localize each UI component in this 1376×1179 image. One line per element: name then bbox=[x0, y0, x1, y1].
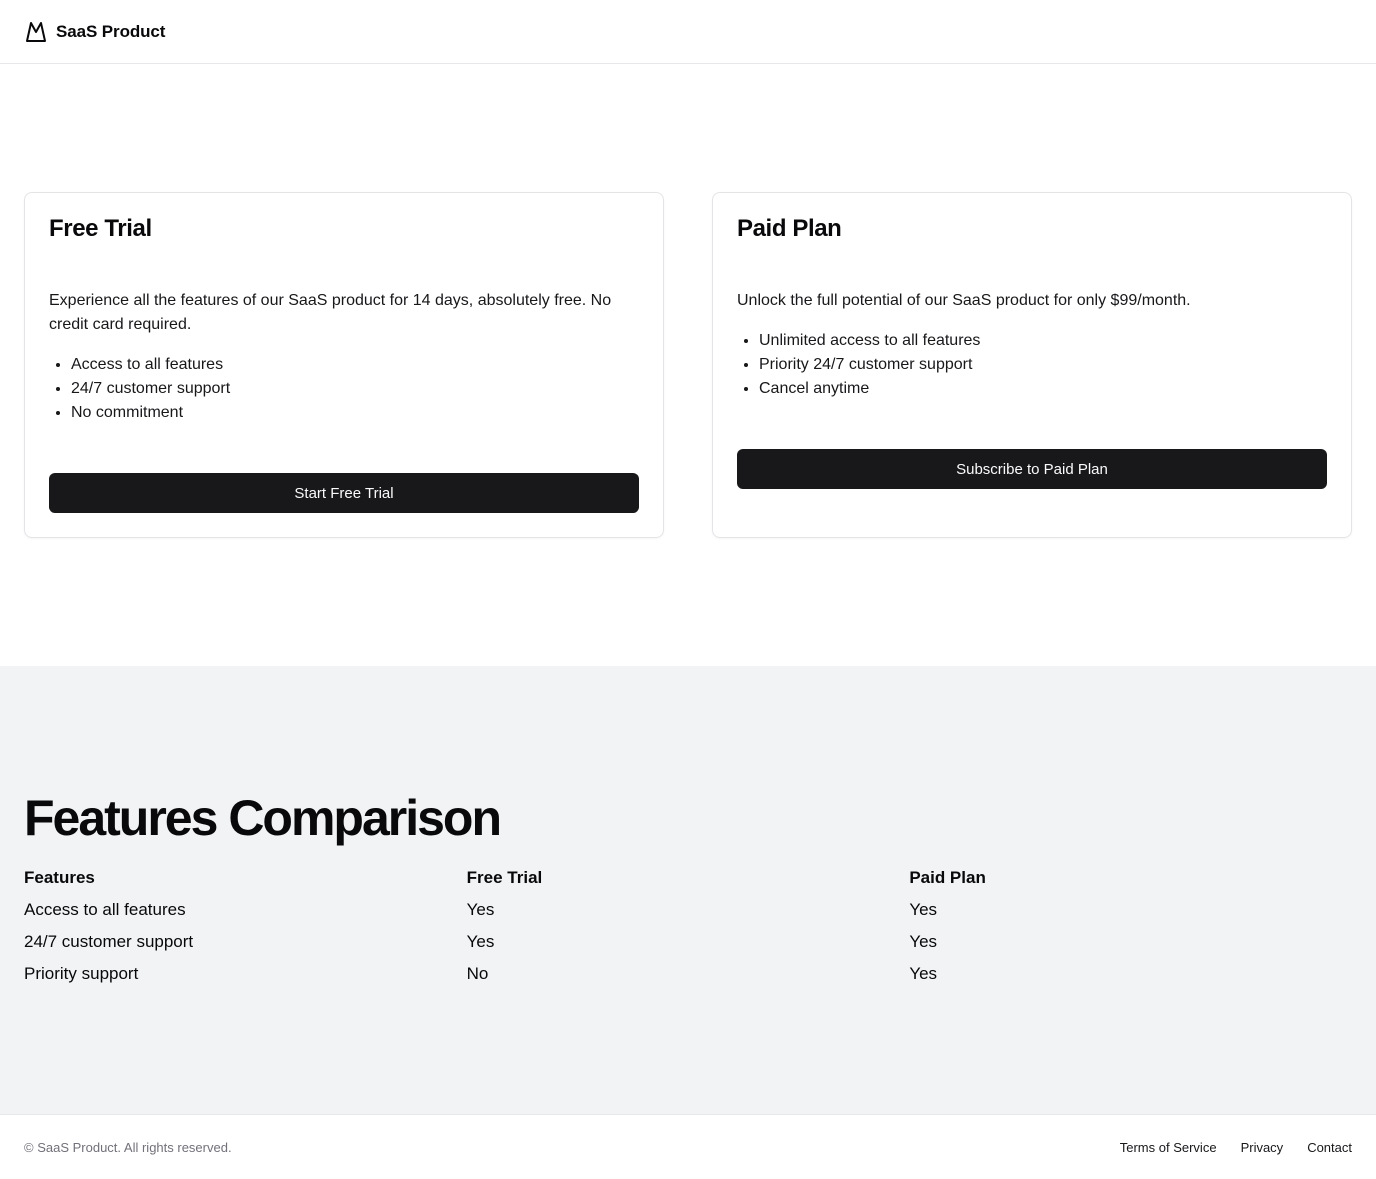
feature-item: No commitment bbox=[71, 401, 631, 425]
table-header-row: Features Free Trial Paid Plan bbox=[24, 862, 1352, 894]
features-comparison-section: Features Comparison Features Free Trial … bbox=[0, 666, 1376, 1114]
start-free-trial-button[interactable]: Start Free Trial bbox=[49, 473, 639, 513]
terms-of-service-link[interactable]: Terms of Service bbox=[1120, 1140, 1217, 1155]
table-cell: No bbox=[466, 964, 489, 983]
table-row: 24/7 customer support Yes Yes bbox=[24, 926, 1352, 958]
table-row: Priority support No Yes bbox=[24, 958, 1352, 990]
card-description: Experience all the features of our SaaS … bbox=[49, 292, 612, 333]
feature-list: Unlimited access to all features Priorit… bbox=[759, 329, 1319, 401]
feature-item: 24/7 customer support bbox=[71, 377, 631, 401]
paid-plan-card: Paid Plan Unlock the full potential of o… bbox=[712, 192, 1352, 538]
brand-logo-link[interactable]: SaaS Product bbox=[24, 20, 165, 44]
column-header: Paid Plan bbox=[909, 868, 986, 887]
table-cell: Yes bbox=[909, 900, 938, 919]
card-title: Free Trial bbox=[49, 215, 152, 242]
feature-item: Cancel anytime bbox=[759, 377, 1319, 401]
table-cell: Yes bbox=[466, 900, 495, 919]
table-cell: Yes bbox=[466, 932, 495, 951]
feature-item: Priority 24/7 customer support bbox=[759, 353, 1319, 377]
site-footer: © SaaS Product. All rights reserved. Ter… bbox=[0, 1114, 1376, 1179]
feature-list: Access to all features 24/7 customer sup… bbox=[71, 353, 631, 425]
feature-item: Access to all features bbox=[71, 353, 631, 377]
subscribe-paid-plan-button[interactable]: Subscribe to Paid Plan bbox=[737, 449, 1327, 489]
free-trial-card: Free Trial Experience all the features o… bbox=[24, 192, 664, 538]
privacy-link[interactable]: Privacy bbox=[1241, 1140, 1284, 1155]
card-title: Paid Plan bbox=[737, 215, 842, 242]
mountain-icon bbox=[24, 20, 48, 44]
card-description: Unlock the full potential of our SaaS pr… bbox=[737, 292, 1191, 309]
table-row: Access to all features Yes Yes bbox=[24, 894, 1352, 926]
table-cell: Yes bbox=[909, 964, 938, 983]
column-header: Features bbox=[24, 868, 95, 887]
table-cell: Yes bbox=[909, 932, 938, 951]
copyright-text: © SaaS Product. All rights reserved. bbox=[24, 1139, 232, 1155]
site-header: SaaS Product bbox=[0, 0, 1376, 64]
table-cell: Access to all features bbox=[24, 900, 186, 919]
footer-nav: Terms of Service Privacy Contact bbox=[1120, 1140, 1352, 1155]
column-header: Free Trial bbox=[466, 868, 543, 887]
feature-item: Unlimited access to all features bbox=[759, 329, 1319, 353]
contact-link[interactable]: Contact bbox=[1307, 1140, 1352, 1155]
brand-name: SaaS Product bbox=[56, 21, 166, 41]
section-title: Features Comparison bbox=[24, 790, 502, 846]
comparison-table: Features Free Trial Paid Plan Access to … bbox=[24, 862, 1352, 990]
table-cell: 24/7 customer support bbox=[24, 932, 194, 951]
table-cell: Priority support bbox=[24, 964, 139, 983]
